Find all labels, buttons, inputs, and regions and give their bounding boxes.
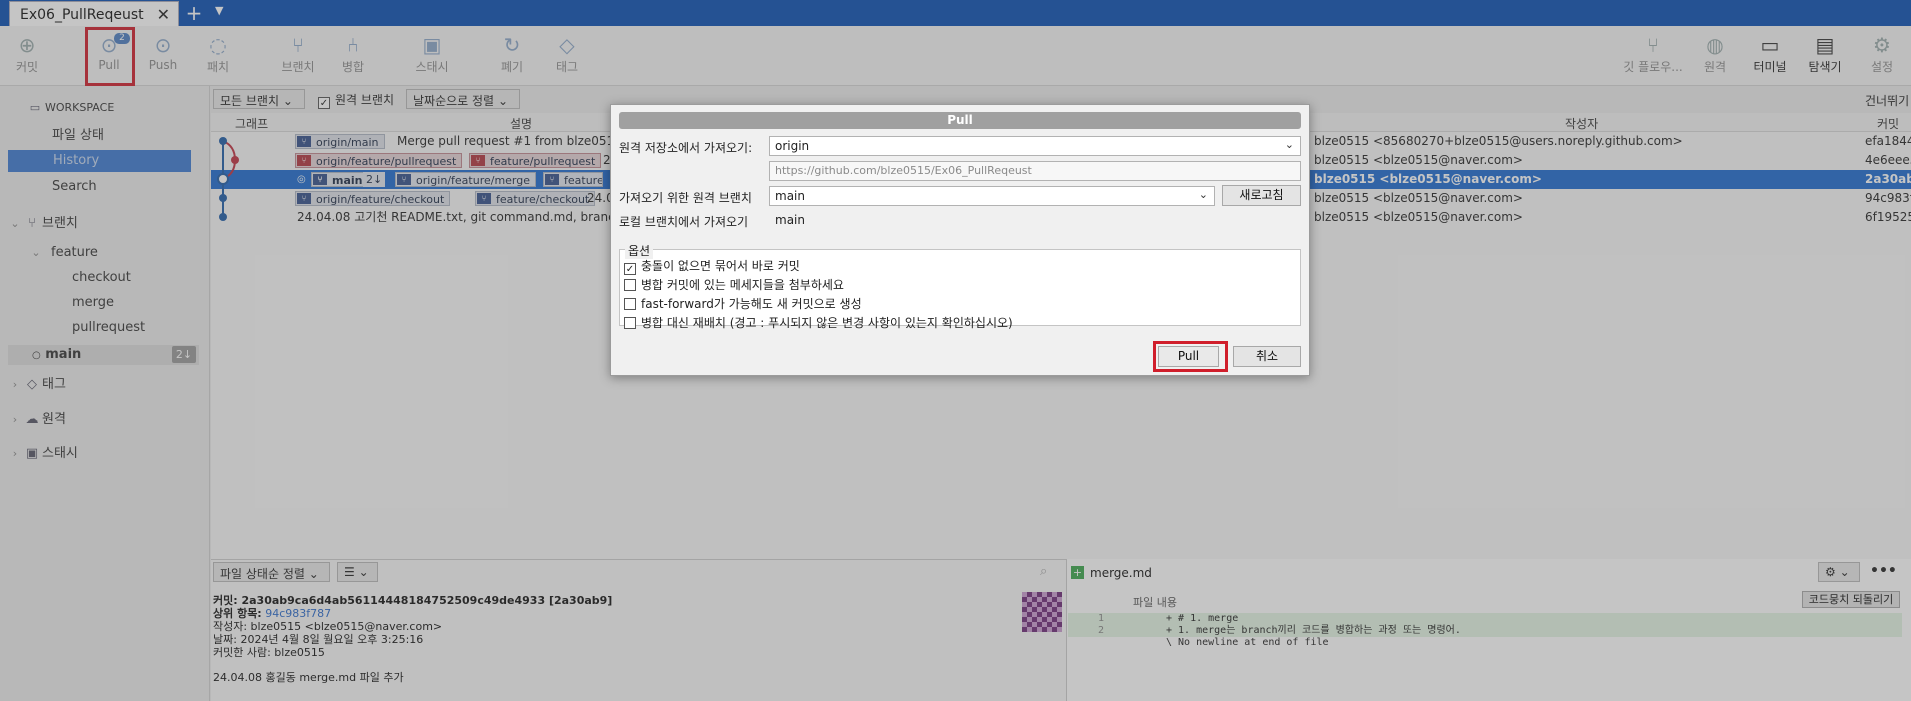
checkbox-checked-icon: ✓: [624, 263, 636, 275]
option-include-messages[interactable]: 병합 커밋에 있는 메세지들을 첨부하세요: [624, 276, 844, 293]
checkbox-icon: [624, 317, 636, 329]
pull-button-highlight-box: [1153, 341, 1228, 372]
remote-branch-label: 가져오기 위한 원격 브랜치: [619, 191, 752, 205]
checkbox-icon: [624, 298, 636, 310]
dialog-title: Pull: [619, 112, 1301, 129]
chevron-down-icon: ⌄: [1284, 138, 1294, 151]
refresh-button[interactable]: 새로고침: [1222, 185, 1301, 206]
option-label: 병합 대신 재배치 (경고 : 푸시되지 않은 변경 사항이 있는지 확인하십시…: [641, 316, 1013, 330]
checkbox-icon: [624, 279, 636, 291]
pull-dialog: Pull 원격 저장소에서 가져오기: origin ⌄ https://gith…: [610, 104, 1310, 376]
local-branch-value: main: [775, 213, 805, 227]
remote-branch-value: main: [775, 189, 805, 203]
remote-select[interactable]: origin ⌄: [769, 136, 1301, 156]
option-rebase[interactable]: 병합 대신 재배치 (경고 : 푸시되지 않은 변경 사항이 있는지 확인하십시…: [624, 314, 1013, 331]
remote-value: origin: [775, 139, 810, 153]
chevron-down-icon: ⌄: [1198, 188, 1208, 201]
option-label: fast-forward가 가능해도 새 커밋으로 생성: [641, 297, 862, 311]
option-label: 병합 커밋에 있는 메세지들을 첨부하세요: [641, 278, 844, 292]
remote-label: 원격 저장소에서 가져오기:: [619, 141, 753, 155]
remote-url-field: https://github.com/blze0515/Ex06_PullReq…: [769, 161, 1301, 181]
remote-branch-select[interactable]: main ⌄: [769, 186, 1215, 206]
cancel-button[interactable]: 취소: [1233, 346, 1301, 367]
option-commit-merged[interactable]: ✓ 충돌이 없으면 묶어서 바로 커밋: [624, 257, 800, 275]
local-branch-label: 로컬 브랜치에서 가져오기: [619, 215, 749, 229]
option-label: 충돌이 없으면 묶어서 바로 커밋: [641, 259, 800, 273]
option-no-fast-forward[interactable]: fast-forward가 가능해도 새 커밋으로 생성: [624, 295, 862, 312]
